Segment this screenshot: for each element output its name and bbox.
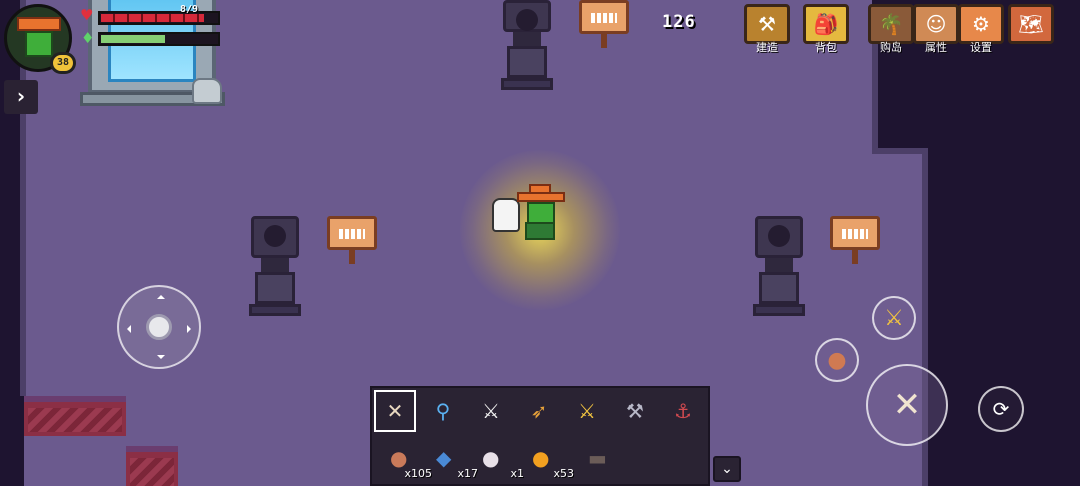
lava-pit-pattern <box>130 458 174 486</box>
statue[interactable] <box>753 216 805 316</box>
backpack-icon: 🎒 <box>803 4 849 44</box>
dodge-button[interactable]: ⟳ <box>978 386 1024 432</box>
sword-icon: ⚔ <box>482 399 500 423</box>
gold-counter: 126 <box>662 12 696 32</box>
shovel-slot[interactable]: ⚲ <box>422 390 464 432</box>
backpack-button[interactable]: 🎒 背包 <box>800 4 852 56</box>
sword-slot[interactable]: ⚔ <box>470 390 512 432</box>
health-bar <box>98 11 220 25</box>
energy-icon: ♦ <box>81 29 95 47</box>
heart-icon: ♥ <box>80 6 94 24</box>
meat-item[interactable]: ● x105 <box>380 442 432 484</box>
fish-item[interactable]: ◆ x17 <box>426 442 478 484</box>
collapse-hotbar-button[interactable]: ⌄ <box>713 456 741 482</box>
health-bar-fill <box>101 14 205 22</box>
energy-bar-fill <box>101 35 165 43</box>
radish-icon: ● <box>482 446 500 470</box>
hotbar: ✕ ⚲ ⚔ ➶ ⚔ ⚒ ⚓ ● x105 ◆ x17 ● x1 ● x53 ▬ <box>370 386 710 486</box>
attack-button[interactable]: ✕ <box>866 364 948 446</box>
sign-board[interactable] <box>830 216 880 264</box>
joystick-knob[interactable] <box>146 314 172 340</box>
bow-slot[interactable]: ➶ <box>518 390 560 432</box>
sign-board[interactable] <box>327 216 377 264</box>
settings-button[interactable]: ⚙ 设置 <box>955 4 1007 56</box>
meat-icon: ● <box>827 347 847 373</box>
arrow-right-icon <box>187 325 195 333</box>
menu-label: 设置 <box>970 41 992 54</box>
radish-item[interactable]: ● x1 <box>472 442 524 484</box>
crossbow-icon: ✕ <box>386 399 404 423</box>
fishing-rod-icon: ⚓ <box>674 399 692 423</box>
floor-edge <box>872 148 928 154</box>
quick-weapon-button[interactable]: ⚔ <box>872 296 916 340</box>
rock <box>192 78 222 104</box>
crossbow-icon: ✕ <box>892 385 922 425</box>
character-icon: ☺ <box>913 4 959 44</box>
hammer-slot[interactable]: ⚒ <box>614 390 656 432</box>
movement-joystick[interactable] <box>117 285 201 369</box>
player-character <box>515 184 565 246</box>
crossbow-slot[interactable]: ✕ <box>374 390 416 432</box>
golden-sword-icon: ⚔ <box>578 399 596 423</box>
health-text: 8/9 <box>180 4 199 15</box>
island-icon: 🌴 <box>868 4 914 44</box>
expand-panel-button[interactable]: › <box>4 80 38 114</box>
orange-icon: ● <box>532 446 550 470</box>
statue[interactable] <box>501 0 553 90</box>
dodge-roll-icon: ⟳ <box>992 397 1010 421</box>
energy-bar <box>98 32 220 46</box>
hammer-anvil-icon: ⚒ <box>744 4 790 44</box>
sign-board[interactable] <box>579 0 629 48</box>
menu-label: 背包 <box>815 41 837 54</box>
chevron-right-icon: › <box>16 84 26 108</box>
shovel-icon: ⚲ <box>435 399 451 423</box>
player-level-badge: 38 <box>50 52 76 74</box>
item-quantity: x53 <box>553 467 574 480</box>
bow-icon: ➶ <box>530 399 548 423</box>
floor-edge <box>872 40 878 152</box>
hammer-icon: ⚒ <box>626 399 644 423</box>
scroll-map-icon: 🗺 <box>1008 4 1054 44</box>
statue[interactable] <box>249 216 301 316</box>
fish-icon: ◆ <box>436 446 452 470</box>
orange-item[interactable]: ● x53 <box>522 442 574 484</box>
fishing-rod-slot[interactable]: ⚓ <box>662 390 704 432</box>
arrow-left-icon <box>123 325 131 333</box>
gear-icon: ⚙ <box>958 4 1004 44</box>
golden-sword-icon: ⚔ <box>884 305 904 331</box>
sign-item[interactable]: ▬ <box>578 442 620 484</box>
golden-sword-slot[interactable]: ⚔ <box>566 390 608 432</box>
arrow-up-icon <box>157 291 165 299</box>
lava-pit-pattern <box>28 408 122 432</box>
menu-label: 建造 <box>756 41 778 54</box>
chevron-down-icon: ⌄ <box>721 461 733 477</box>
map-button[interactable]: 🗺 <box>1005 4 1057 56</box>
game-scene: 38 ♥ 8/9 ♦ › 126 ⚒ 建造 🎒 背包 🌴 购岛 ☺ 属性 ⚙ 设置 🗺 ⚔ ● ✕ … <box>0 0 1080 486</box>
build-button[interactable]: ⚒ 建造 <box>741 4 793 56</box>
arrow-down-icon <box>157 355 165 363</box>
sign-icon: ▬ <box>588 446 607 470</box>
quick-food-button[interactable]: ● <box>815 338 859 382</box>
